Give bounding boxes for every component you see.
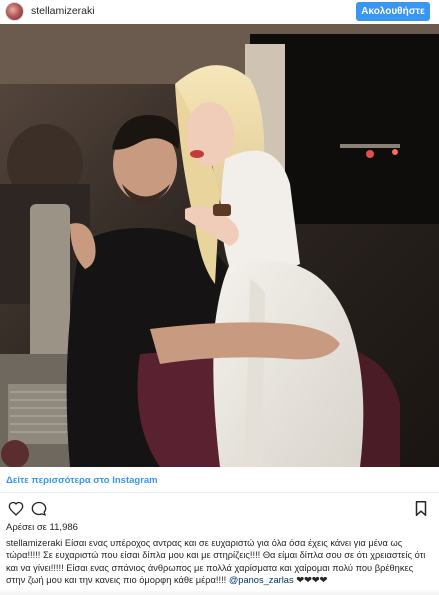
- avatar[interactable]: [5, 2, 24, 21]
- comments-fade: [0, 589, 439, 595]
- comment-icon[interactable]: [31, 501, 47, 516]
- instagram-embed: stellamizeraki Ακολουθήστε Δείτε περισσό…: [0, 0, 439, 595]
- mention-link[interactable]: @panos_zarlas: [229, 575, 294, 585]
- post-photo[interactable]: [0, 24, 439, 467]
- post-header: stellamizeraki Ακολουθήστε: [0, 0, 439, 24]
- heart-icon[interactable]: [8, 501, 24, 516]
- bookmark-icon[interactable]: [415, 501, 427, 516]
- action-bar: [0, 498, 439, 518]
- view-more-link[interactable]: Δείτε περισσότερα στο Instagram: [6, 475, 158, 486]
- caption-hearts: ❤❤❤❤: [293, 574, 328, 585]
- divider: [0, 492, 439, 493]
- likes-count: Αρέσει σε 11,986: [6, 522, 78, 533]
- photo-illustration: [0, 24, 439, 467]
- username[interactable]: stellamizeraki: [31, 5, 95, 17]
- caption-text: Είσαι ενας υπέροχος αντρας και σε ευχαρι…: [6, 538, 426, 585]
- post-caption: stellamizeraki Είσαι ενας υπέροχος αντρα…: [6, 537, 434, 586]
- caption-username[interactable]: stellamizeraki: [6, 538, 62, 548]
- follow-button[interactable]: Ακολουθήστε: [356, 2, 430, 21]
